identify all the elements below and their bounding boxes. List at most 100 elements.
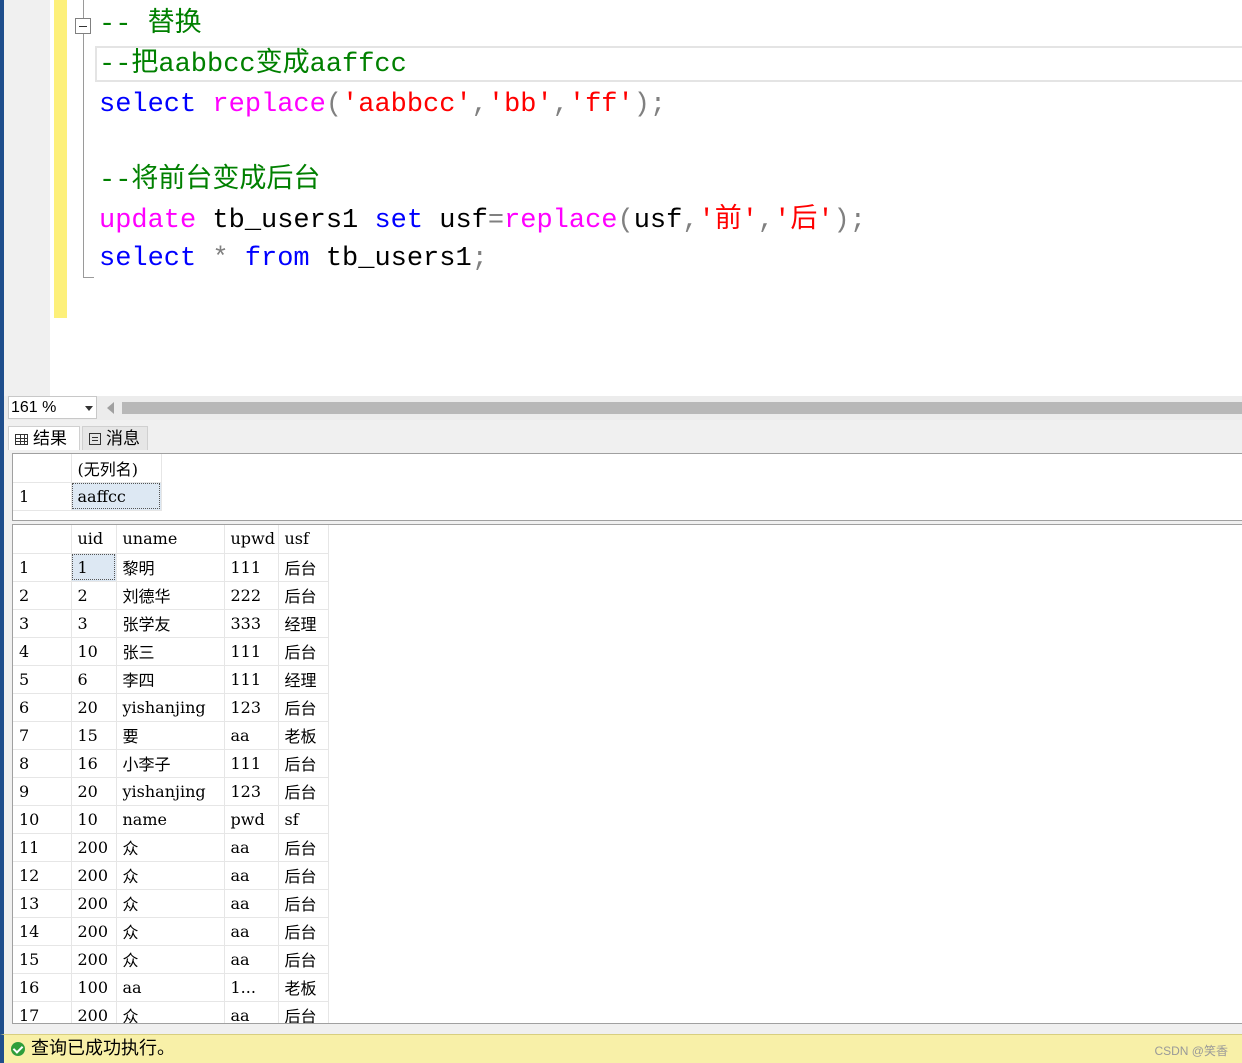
grid-cell[interactable]: 10 (71, 637, 117, 666)
tab-results[interactable]: 结果 (8, 426, 80, 450)
grid-cell[interactable]: 200 (71, 861, 117, 890)
grid-cell[interactable]: 后台 (278, 777, 329, 806)
zoom-dropdown[interactable]: 161 % (8, 396, 97, 419)
code-line[interactable]: select * from tb_users1; (99, 240, 488, 278)
grid-cell[interactable]: 3 (71, 609, 117, 638)
column-header[interactable]: uid (71, 525, 117, 554)
grid-cell[interactable]: aa (224, 917, 279, 946)
row-number[interactable]: 16 (13, 973, 72, 1002)
table-row[interactable]: 8 16 小李子 111 后台 (13, 749, 329, 778)
row-number[interactable]: 8 (13, 749, 72, 778)
grid-cell[interactable]: aa (224, 833, 279, 862)
grid-cell[interactable]: 111 (224, 553, 279, 582)
column-header[interactable]: usf (278, 525, 329, 554)
grid-cell[interactable]: 刘德华 (116, 581, 225, 610)
row-number[interactable]: 1 (13, 482, 72, 511)
grid-cell[interactable]: 老板 (278, 721, 329, 750)
row-number[interactable]: 11 (13, 833, 72, 862)
grid-cell[interactable]: 后台 (278, 889, 329, 918)
grid-cell[interactable]: 后台 (278, 637, 329, 666)
grid-cell[interactable]: 123 (224, 693, 279, 722)
table-row[interactable]: 4 10 张三 111 后台 (13, 637, 329, 666)
grid-cell[interactable]: name (116, 805, 225, 834)
grid-cell[interactable]: 后台 (278, 1001, 329, 1023)
grid-cell[interactable]: 111 (224, 665, 279, 694)
grid-cell[interactable]: pwd (224, 805, 279, 834)
grid-cell[interactable]: 后台 (278, 749, 329, 778)
row-number[interactable]: 7 (13, 721, 72, 750)
scroll-left-icon[interactable] (107, 402, 114, 414)
table-row[interactable]: 1 1 黎明 111 后台 (13, 553, 329, 582)
result-grid-2[interactable]: uid uname upwd usf 1 1 黎明 111 后台 2 2 刘德华 222 后台 3 3 张学友… (12, 524, 1242, 1024)
table-row[interactable]: 7 15 要 aa 老板 (13, 721, 329, 750)
grid-cell[interactable]: 111 (224, 637, 279, 666)
grid-cell[interactable]: 后台 (278, 945, 329, 974)
row-number[interactable]: 3 (13, 609, 72, 638)
column-header[interactable]: upwd (224, 525, 279, 554)
table-row[interactable]: 16 100 aa 1... 老板 (13, 973, 329, 1002)
grid-cell[interactable]: 经理 (278, 665, 329, 694)
row-number[interactable]: 13 (13, 889, 72, 918)
grid-cell[interactable]: 20 (71, 693, 117, 722)
grid-cell[interactable]: 黎明 (116, 553, 225, 582)
column-header[interactable]: (无列名) (71, 454, 162, 483)
table-row[interactable]: 9 20 yishanjing 123 后台 (13, 777, 329, 806)
grid-cell[interactable]: 123 (224, 777, 279, 806)
grid-corner[interactable] (13, 525, 72, 554)
grid-corner[interactable] (13, 454, 72, 483)
grid-cell[interactable]: 经理 (278, 609, 329, 638)
grid-cell[interactable]: 16 (71, 749, 117, 778)
grid-cell[interactable]: 张学友 (116, 609, 225, 638)
table-row[interactable]: 3 3 张学友 333 经理 (13, 609, 329, 638)
row-number[interactable]: 9 (13, 777, 72, 806)
table-row[interactable]: 17 200 众 aa 后台 (13, 1001, 329, 1023)
row-number[interactable]: 14 (13, 917, 72, 946)
grid-cell[interactable]: aa (116, 973, 225, 1002)
code-line[interactable]: -- 替换 (99, 6, 202, 44)
grid-cell[interactable]: 众 (116, 861, 225, 890)
grid-cell[interactable]: aa (224, 1001, 279, 1023)
grid-cell[interactable]: 1 (71, 553, 117, 582)
grid-cell[interactable]: 要 (116, 721, 225, 750)
table-row[interactable]: 5 6 李四 111 经理 (13, 665, 329, 694)
grid-cell[interactable]: 后台 (278, 553, 329, 582)
horizontal-scrollbar[interactable] (122, 402, 1242, 414)
row-number[interactable]: 15 (13, 945, 72, 974)
code-line[interactable]: select replace('aabbcc','bb','ff'); (99, 86, 666, 124)
grid-cell[interactable]: 100 (71, 973, 117, 1002)
grid-cell[interactable]: aaffcc (71, 482, 162, 511)
code-line[interactable]: --把aabbcc变成aaffcc (99, 46, 407, 84)
grid-cell[interactable]: 333 (224, 609, 279, 638)
grid-cell[interactable]: 后台 (278, 833, 329, 862)
grid-cell[interactable]: 众 (116, 889, 225, 918)
table-row[interactable]: 15 200 众 aa 后台 (13, 945, 329, 974)
row-number[interactable]: 2 (13, 581, 72, 610)
grid-cell[interactable]: 1... (224, 973, 279, 1002)
table-row[interactable]: 14 200 众 aa 后台 (13, 917, 329, 946)
grid-cell[interactable]: yishanjing (116, 777, 225, 806)
grid-cell[interactable]: 6 (71, 665, 117, 694)
grid-cell[interactable]: 2 (71, 581, 117, 610)
grid-cell[interactable]: yishanjing (116, 693, 225, 722)
grid-cell[interactable]: aa (224, 861, 279, 890)
grid-cell[interactable]: 200 (71, 889, 117, 918)
grid-cell[interactable]: 10 (71, 805, 117, 834)
grid-cell[interactable]: 15 (71, 721, 117, 750)
grid-cell[interactable]: 众 (116, 833, 225, 862)
grid-cell[interactable]: aa (224, 721, 279, 750)
collapse-icon[interactable] (75, 18, 91, 34)
grid-cell[interactable]: sf (278, 805, 329, 834)
row-number[interactable]: 12 (13, 861, 72, 890)
grid-cell[interactable]: 众 (116, 1001, 225, 1023)
table-row[interactable]: 11 200 众 aa 后台 (13, 833, 329, 862)
grid-cell[interactable]: 200 (71, 917, 117, 946)
row-number[interactable]: 10 (13, 805, 72, 834)
grid-cell[interactable]: 200 (71, 1001, 117, 1023)
row-number[interactable]: 6 (13, 693, 72, 722)
grid-cell[interactable]: 小李子 (116, 749, 225, 778)
grid-cell[interactable]: aa (224, 945, 279, 974)
code-line[interactable]: --将前台变成后台 (99, 162, 320, 200)
table-row[interactable]: 2 2 刘德华 222 后台 (13, 581, 329, 610)
grid-cell[interactable]: 后台 (278, 693, 329, 722)
row-number[interactable]: 5 (13, 665, 72, 694)
